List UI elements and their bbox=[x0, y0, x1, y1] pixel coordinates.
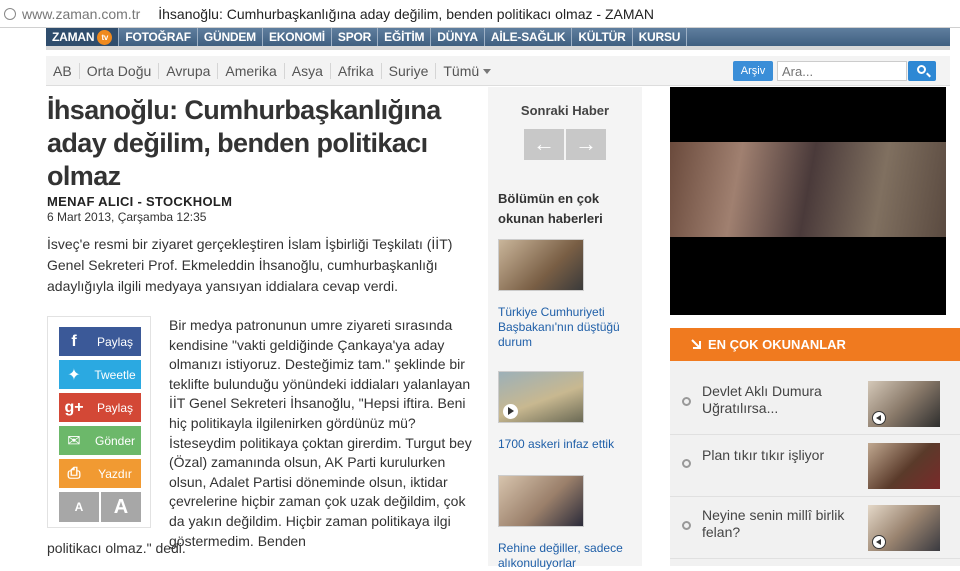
logo-text: ZAMAN bbox=[52, 30, 95, 44]
nav-item-fotograf[interactable]: FOTOĞRAF bbox=[119, 28, 198, 46]
print-icon: ⎙ bbox=[67, 464, 81, 482]
most-read-header-label: EN ÇOK OKUNANLAR bbox=[708, 337, 846, 352]
article-headline: İhsanoğlu: Cumhurbaşkanlığına aday değil… bbox=[47, 95, 441, 191]
zaman-logo[interactable]: ZAMAN tv bbox=[46, 28, 120, 46]
twitter-icon: ✦ bbox=[67, 366, 81, 384]
list-item[interactable]: Devlet Aklı Dumura Uğratılırsa... bbox=[670, 373, 960, 435]
nav-item-egitim[interactable]: EĞİTİM bbox=[378, 28, 432, 46]
columnist-photo bbox=[868, 443, 940, 489]
subnav-item-afrika[interactable]: Afrika bbox=[331, 62, 382, 79]
font-smaller-button[interactable]: A bbox=[59, 492, 99, 522]
article-body: Bir medya patronunun umre ziyareti sıras… bbox=[169, 317, 472, 549]
arrow-down-right-icon bbox=[691, 339, 701, 349]
section-most-read-heading: Bölümün en çok okunan haberleri bbox=[498, 191, 603, 226]
nav-item-spor[interactable]: SPOR bbox=[332, 28, 379, 46]
page-title: İhsanoğlu: Cumhurbaşkanlığına aday değil… bbox=[158, 5, 654, 22]
nav-item-ekonomi[interactable]: EKONOMİ bbox=[263, 28, 332, 46]
news-thumbnail[interactable] bbox=[498, 475, 584, 527]
subnav-item-tumu[interactable]: Tümü bbox=[436, 63, 498, 79]
search-button[interactable] bbox=[908, 61, 936, 81]
news-link[interactable]: Türkiye Cumhuriyeti Başbakanı'nın düştüğ… bbox=[498, 305, 638, 350]
middle-column: Sonraki Haber ← → Bölümün en çok okunan … bbox=[488, 87, 642, 570]
next-arrow-icon[interactable]: → bbox=[566, 129, 606, 160]
most-read-title[interactable]: Plan tıkır tıkır işliyor bbox=[702, 447, 852, 464]
video-thumbnail[interactable] bbox=[498, 371, 584, 423]
bullet-icon bbox=[682, 397, 691, 406]
bullet-icon bbox=[682, 521, 691, 530]
search-icon bbox=[917, 65, 926, 74]
most-read-header: EN ÇOK OKUNANLAR bbox=[670, 328, 960, 361]
nav-item-kultur[interactable]: KÜLTÜR bbox=[572, 28, 633, 46]
article-body-end: politikacı olmaz." dedi. bbox=[47, 540, 186, 556]
font-larger-button[interactable]: A bbox=[101, 492, 141, 522]
googleplus-icon: g+ bbox=[64, 398, 84, 416]
most-read-title[interactable]: Devlet Aklı Dumura Uğratılırsa... bbox=[702, 383, 852, 417]
nav-item-dunya[interactable]: DÜNYA bbox=[431, 28, 485, 46]
email-share-label: Gönder bbox=[94, 433, 136, 448]
archive-button[interactable]: Arşiv bbox=[733, 61, 773, 81]
article-lead: İsveç'e resmi bir ziyaret gerçekleştiren… bbox=[47, 236, 453, 294]
share-box: f Paylaş ✦ Tweetle g+ Paylaş ✉ Gönder ⎙ … bbox=[47, 316, 151, 528]
previous-arrow-icon[interactable]: ← bbox=[524, 129, 564, 160]
googleplus-share-button[interactable]: g+ Paylaş bbox=[59, 393, 141, 422]
facebook-icon: f bbox=[71, 332, 77, 350]
search-input[interactable] bbox=[777, 61, 907, 81]
facebook-share-label: Paylaş bbox=[96, 334, 134, 349]
bullet-icon bbox=[682, 459, 691, 468]
columnist-photo bbox=[868, 381, 940, 427]
audio-icon[interactable] bbox=[872, 411, 886, 425]
play-icon bbox=[503, 404, 518, 419]
nav-item-aile-saglik[interactable]: AİLE-SAĞLIK bbox=[485, 28, 573, 46]
email-icon: ✉ bbox=[67, 432, 81, 450]
subnav-item-asya[interactable]: Asya bbox=[285, 62, 331, 79]
nav-divider bbox=[46, 46, 950, 50]
subnav-tumu-label: Tümü bbox=[443, 62, 480, 79]
news-thumbnail[interactable] bbox=[498, 239, 584, 291]
print-button[interactable]: ⎙ Yazdır bbox=[59, 459, 141, 488]
address-url[interactable]: www.zaman.com.tr bbox=[22, 6, 140, 22]
list-item[interactable]: Neyine senin millî birlik felan? bbox=[670, 497, 960, 559]
subnav-item-ab[interactable]: AB bbox=[46, 62, 80, 79]
email-share-button[interactable]: ✉ Gönder bbox=[59, 426, 141, 455]
main-nav: ZAMAN tv FOTOĞRAF GÜNDEM EKONOMİ SPOR EĞ… bbox=[46, 28, 950, 46]
article-author: MENAF ALICI - STOCKHOLM bbox=[47, 194, 233, 209]
subnav-item-avrupa[interactable]: Avrupa bbox=[159, 62, 219, 79]
news-link[interactable]: 1700 askeri infaz ettik bbox=[498, 437, 638, 452]
subnav-item-amerika[interactable]: Amerika bbox=[218, 62, 285, 79]
video-player[interactable] bbox=[670, 87, 946, 315]
nav-item-gundem[interactable]: GÜNDEM bbox=[198, 28, 263, 46]
twitter-share-button[interactable]: ✦ Tweetle bbox=[59, 360, 141, 389]
googleplus-share-label: Paylaş bbox=[96, 400, 134, 415]
most-read-list: Devlet Aklı Dumura Uğratılırsa... Plan t… bbox=[670, 361, 960, 566]
globe-icon bbox=[4, 7, 16, 20]
next-news-heading: Sonraki Haber bbox=[520, 103, 610, 118]
subnav-item-orta-dogu[interactable]: Orta Doğu bbox=[80, 62, 160, 79]
twitter-share-label: Tweetle bbox=[94, 367, 136, 382]
video-frame bbox=[670, 142, 946, 237]
news-link[interactable]: Rehine değiller, sadece alıkonuluyorlar bbox=[498, 541, 638, 571]
columnist-photo bbox=[868, 505, 940, 551]
subnav-item-suriye[interactable]: Suriye bbox=[382, 62, 437, 79]
tv-badge-icon: tv bbox=[97, 29, 113, 45]
list-item[interactable]: Plan tıkır tıkır işliyor bbox=[670, 435, 960, 497]
most-read-title[interactable]: Neyine senin millî birlik felan? bbox=[702, 507, 852, 541]
browser-title-bar: www.zaman.com.tr İhsanoğlu: Cumhurbaşkan… bbox=[0, 0, 960, 28]
facebook-share-button[interactable]: f Paylaş bbox=[59, 327, 141, 356]
chevron-down-icon bbox=[483, 69, 492, 75]
audio-icon[interactable] bbox=[872, 535, 886, 549]
article-date: 6 Mart 2013, Çarşamba 12:35 bbox=[47, 210, 207, 224]
print-label: Yazdır bbox=[98, 466, 132, 481]
nav-item-kursu[interactable]: KURSU bbox=[633, 28, 688, 46]
